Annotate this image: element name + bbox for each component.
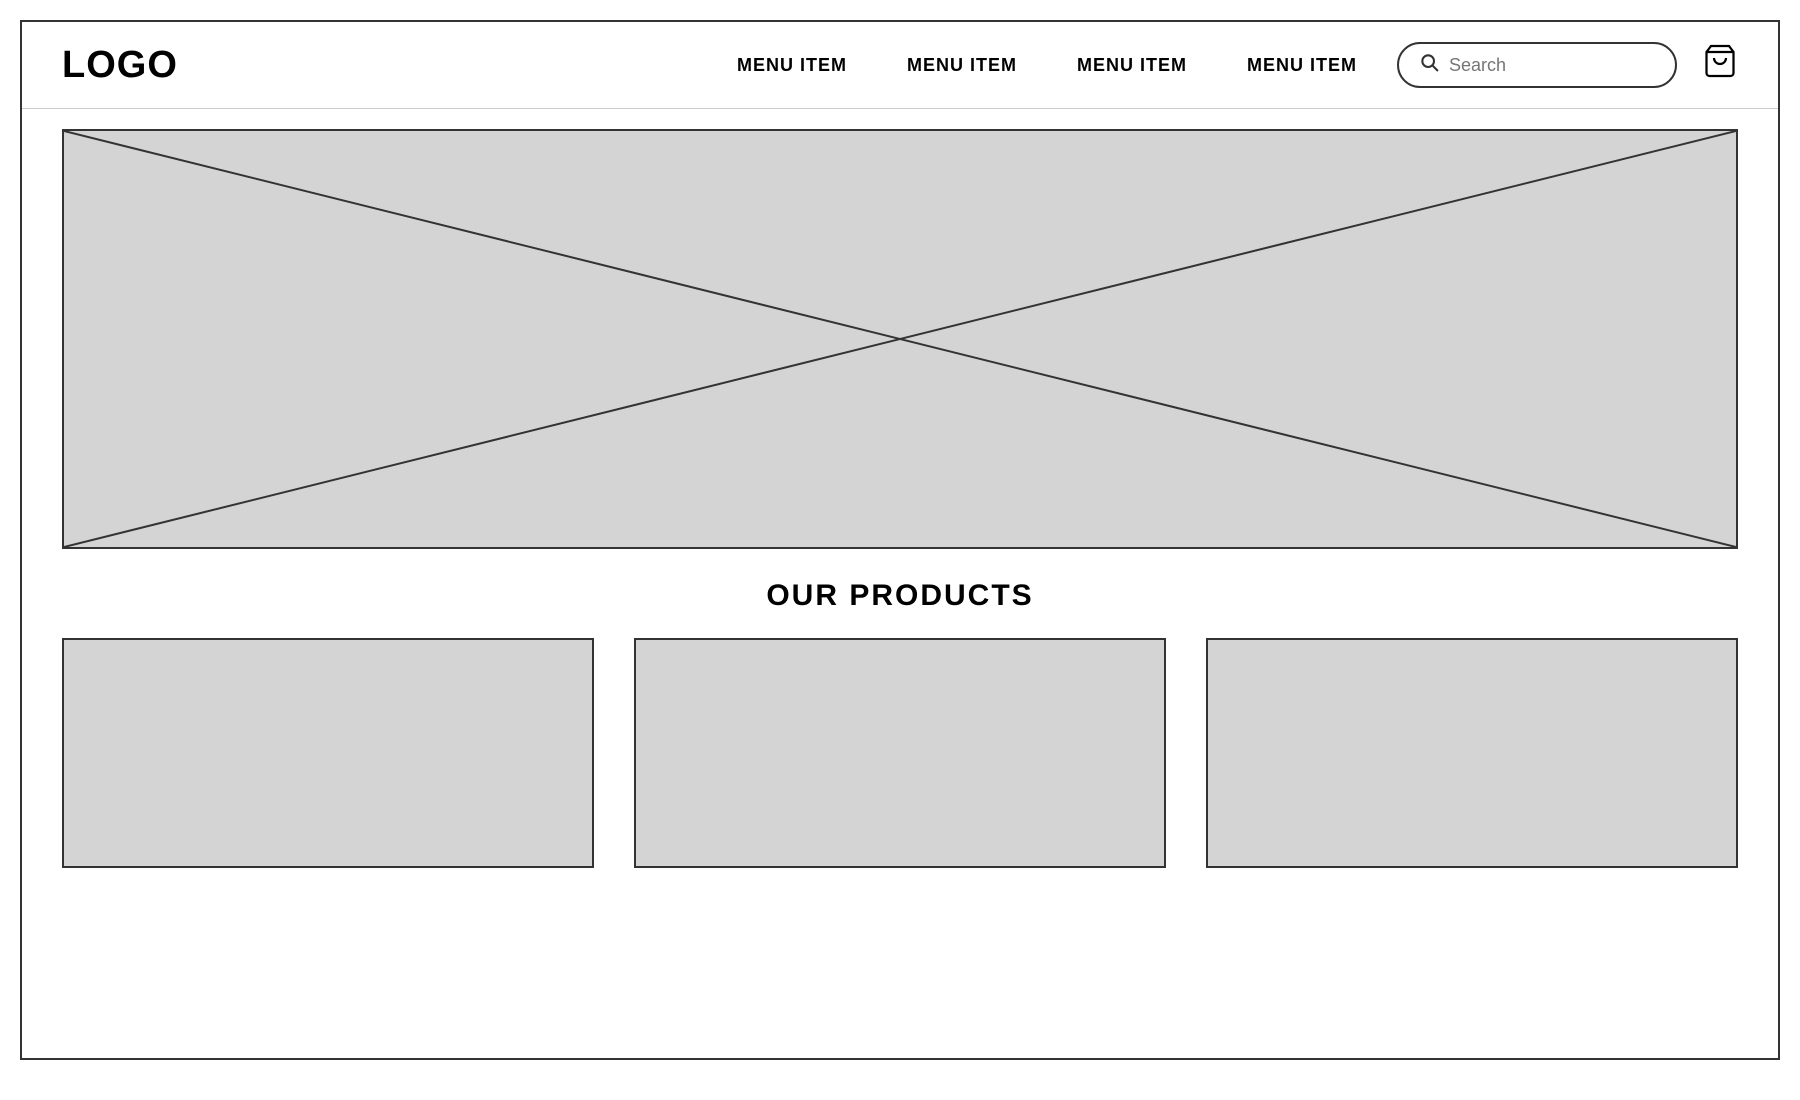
product-card-3[interactable]	[1206, 638, 1738, 868]
product-card-2[interactable]	[634, 638, 1166, 868]
main-nav: MENU ITEM MENU ITEM MENU ITEM MENU ITEM	[737, 55, 1357, 76]
product-card-1[interactable]	[62, 638, 594, 868]
nav-item-4[interactable]: MENU ITEM	[1247, 55, 1357, 76]
main-content: OUR PRODUCTS	[22, 109, 1778, 1058]
search-icon	[1419, 52, 1439, 78]
search-bar[interactable]	[1397, 42, 1677, 88]
logo[interactable]: LOGO	[62, 44, 178, 87]
section-title: OUR PRODUCTS	[62, 579, 1738, 613]
page-container: LOGO MENU ITEM MENU ITEM MENU ITEM MENU …	[20, 20, 1780, 1060]
search-input[interactable]	[1449, 55, 1655, 76]
nav-item-3[interactable]: MENU ITEM	[1077, 55, 1187, 76]
nav-item-1[interactable]: MENU ITEM	[737, 55, 847, 76]
nav-item-2[interactable]: MENU ITEM	[907, 55, 1017, 76]
hero-banner	[62, 129, 1738, 549]
product-grid	[62, 638, 1738, 868]
site-header: LOGO MENU ITEM MENU ITEM MENU ITEM MENU …	[22, 22, 1778, 109]
cart-button[interactable]	[1702, 43, 1738, 87]
